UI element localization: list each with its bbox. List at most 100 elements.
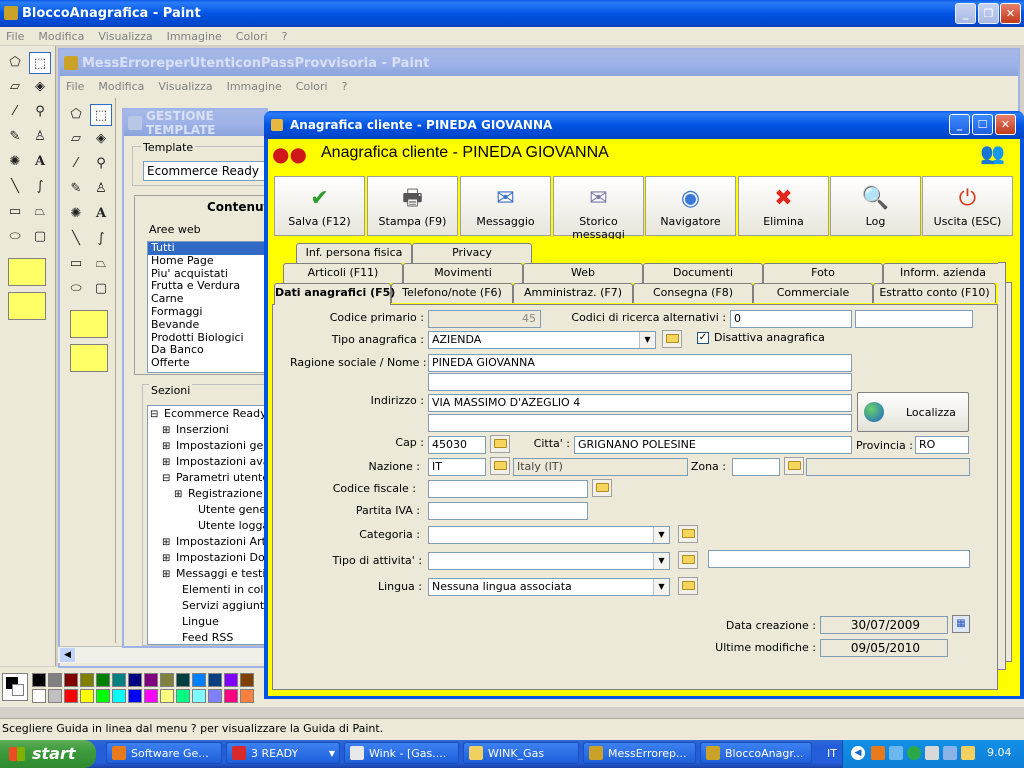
tree-node[interactable]: ⊞ Impostazioni gene	[148, 438, 268, 454]
chevron-down-icon[interactable]: ▼	[653, 553, 669, 569]
paint1-close-button[interactable]: ✕	[1000, 3, 1021, 24]
folder-icon[interactable]	[592, 479, 612, 497]
menu-colori[interactable]: Colori	[296, 80, 328, 93]
clock[interactable]: 9.04	[987, 746, 1012, 759]
tray-app-icon[interactable]	[871, 746, 885, 760]
tab-commerciale[interactable]: Commerciale	[753, 283, 873, 303]
taskbar-item[interactable]: WINK_Gas	[463, 742, 579, 764]
paint1-titlebar[interactable]: BloccoAnagrafica - Paint _ ❐ ✕	[0, 0, 1024, 27]
tab-consegna-f8[interactable]: Consegna (F8)	[633, 283, 753, 303]
taskbar-item[interactable]: Wink - [Gas....	[344, 742, 459, 764]
color-swatch[interactable]	[240, 689, 254, 703]
citta-field[interactable]: GRIGNANO POLESINE	[574, 436, 852, 454]
log-button[interactable]: 🔍 Log	[830, 176, 921, 236]
tipo-anagrafica-select[interactable]: AZIENDA ▼	[428, 331, 656, 349]
taskbar-item[interactable]: BloccoAnagr...	[700, 742, 812, 764]
taskbar-item[interactable]: MessErrorep...	[583, 742, 696, 764]
tab-documenti[interactable]: Documenti	[643, 263, 763, 283]
paint2-titlebar[interactable]: MessErroreperUtenticonPassProvvisoria - …	[60, 50, 1018, 76]
tree-expander-icon[interactable]: ⊞	[162, 455, 176, 471]
fill-icon[interactable]: ◈	[90, 128, 112, 150]
menu-visualizza[interactable]: Visualizza	[98, 30, 152, 43]
tree-node[interactable]: ⊞ Impostazioni Doc	[148, 550, 268, 566]
color-swatch[interactable]	[80, 689, 94, 703]
folder-icon[interactable]	[490, 435, 510, 453]
tree-expander-icon[interactable]: ⊞	[162, 439, 176, 455]
sezioni-tree[interactable]: ⊟ Ecommerce Ready P ⊞ Inserzioni ⊞ Impostazio…	[147, 405, 269, 645]
tab-dati-anagrafici-f5[interactable]: Dati anagrafici (F5)	[274, 283, 395, 305]
tree-expander-icon[interactable]: ⊟	[162, 471, 176, 487]
gestione-titlebar[interactable]: GESTIONE TEMPLATE	[124, 109, 268, 137]
tree-node[interactable]: ⊞ Messaggi e testi	[148, 566, 268, 582]
partita-iva-field[interactable]	[428, 502, 588, 520]
rect-select-icon[interactable]: ⬚	[90, 104, 112, 126]
uscita-esc-button[interactable]: ⏻ Uscita (ESC)	[922, 176, 1013, 236]
ragione-sociale-field-1[interactable]: PINEDA GIOVANNA	[428, 354, 852, 372]
template-select[interactable]: Ecommerce Ready Pro	[143, 161, 269, 181]
tab-articoli-f11[interactable]: Articoli (F11)	[283, 263, 403, 283]
color-swatch[interactable]	[176, 689, 190, 703]
tree-node[interactable]: Elementi in colon	[148, 582, 268, 598]
picker-icon[interactable]: ⁄	[4, 101, 26, 123]
tree-expander-icon[interactable]: ⊞	[162, 535, 176, 551]
color-swatch[interactable]	[144, 673, 158, 687]
paint2-hscrollbar[interactable]: ◀	[58, 646, 268, 663]
color-swatch[interactable]	[224, 673, 238, 687]
color-swatch[interactable]	[96, 673, 110, 687]
aree-list-item[interactable]: Home Page	[148, 254, 268, 268]
storico-messaggi-button[interactable]: ✉ Storico messaggi	[553, 176, 644, 241]
menu-modifica[interactable]: Modifica	[38, 30, 84, 43]
menu-colori[interactable]: Colori	[236, 30, 268, 43]
menu-immagine[interactable]: Immagine	[227, 80, 282, 93]
chevron-down-icon[interactable]: ▼	[639, 332, 655, 348]
menu-visualizza[interactable]: Visualizza	[158, 80, 212, 93]
brush-icon[interactable]: ♙	[29, 126, 51, 148]
tree-node[interactable]: ⊟ Parametri utente	[148, 470, 268, 486]
color-swatch[interactable]	[160, 673, 174, 687]
color-swatch[interactable]	[48, 689, 62, 703]
rectangle-icon[interactable]: ▭	[65, 253, 87, 275]
magnifier-icon[interactable]: ⚲	[90, 153, 112, 175]
magnifier-icon[interactable]: ⚲	[29, 101, 51, 123]
menu-modifica[interactable]: Modifica	[98, 80, 144, 93]
text-icon[interactable]: A	[29, 151, 51, 173]
polygon-icon[interactable]: ⏢	[29, 201, 51, 223]
tree-node[interactable]: Servizi aggiuntivi	[148, 598, 268, 614]
free-select-icon[interactable]: ⬠	[4, 52, 26, 74]
tree-node[interactable]: Lingue	[148, 614, 268, 630]
tree-expander-icon[interactable]: ⊞	[162, 567, 176, 583]
navigatore-button[interactable]: ◉ Navigatore	[645, 176, 736, 236]
color-swatch[interactable]	[144, 689, 158, 703]
color-swatch[interactable]	[48, 673, 62, 687]
tree-node[interactable]: Feed RSS	[148, 630, 268, 644]
free-select-icon[interactable]: ⬠	[65, 104, 87, 126]
rounded-rect-icon[interactable]: ▢	[90, 278, 112, 300]
eraser-icon[interactable]: ▱	[4, 76, 26, 98]
localizza-button[interactable]: Localizza	[857, 392, 969, 432]
color-swatch[interactable]	[176, 673, 190, 687]
pencil-icon[interactable]: ✎	[65, 178, 87, 200]
categoria-select[interactable]: ▼	[428, 526, 670, 544]
tree-node[interactable]: ⊞ Impostazioni avar	[148, 454, 268, 470]
aree-list-item[interactable]: Offerte	[148, 356, 268, 370]
color-swatch[interactable]	[128, 673, 142, 687]
color-swatch[interactable]	[192, 673, 206, 687]
tab-web[interactable]: Web	[523, 263, 643, 283]
dialog-minimize-button[interactable]: _	[949, 114, 970, 135]
color-swatch[interactable]	[112, 689, 126, 703]
folder-icon[interactable]	[490, 457, 510, 475]
polygon-icon[interactable]: ⏢	[90, 253, 112, 275]
curve-icon[interactable]: ∫	[29, 176, 51, 198]
language-indicator[interactable]: IT	[827, 747, 837, 760]
folder-icon[interactable]	[662, 330, 682, 348]
eraser-icon[interactable]: ▱	[65, 128, 87, 150]
messaggio-button[interactable]: ✉ Messaggio	[460, 176, 551, 236]
salva-f12-button[interactable]: ✔ Salva (F12)	[274, 176, 365, 236]
rounded-rect-icon[interactable]: ▢	[29, 226, 51, 248]
menu-immagine[interactable]: Immagine	[167, 30, 222, 43]
color-swatch[interactable]	[64, 673, 78, 687]
rect-select-icon[interactable]: ⬚	[29, 52, 51, 74]
tree-expander-icon[interactable]: ⊞	[162, 551, 176, 567]
ragione-sociale-field-2[interactable]	[428, 373, 852, 391]
folder-icon[interactable]	[784, 457, 804, 475]
